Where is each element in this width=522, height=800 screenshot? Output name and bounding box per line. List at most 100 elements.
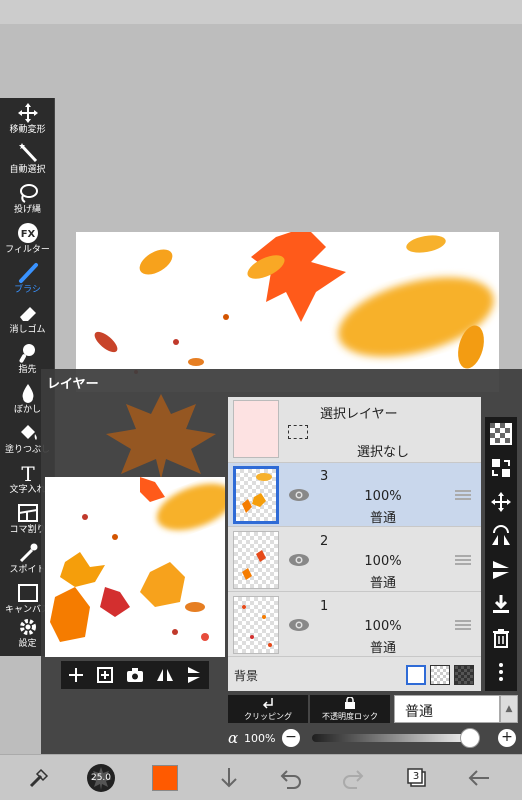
opacity-increase-button[interactable]: + [498, 729, 516, 747]
drag-handle-icon[interactable] [455, 554, 471, 566]
brush-size-button[interactable]: 25.0 [86, 763, 116, 793]
tool-eraser[interactable]: 消しゴム [0, 300, 55, 339]
move-layer-icon[interactable] [490, 491, 512, 513]
layer-actions-bar [61, 661, 209, 689]
merge-down-icon[interactable] [490, 593, 512, 615]
finger-icon [19, 344, 35, 363]
tool-lasso[interactable]: 投げ縄 [0, 180, 55, 219]
plus-icon [68, 668, 83, 682]
opacity-decrease-button[interactable]: − [282, 729, 300, 747]
clipping-arrow-icon [262, 698, 273, 709]
lasso-icon [19, 184, 38, 203]
tool-switch-button[interactable] [24, 763, 54, 793]
layer-blend-mode: 普通 [369, 511, 396, 526]
tool-brush[interactable]: ブラシ [0, 260, 55, 299]
layer-preview [45, 477, 225, 657]
visibility-eye-icon[interactable] [288, 552, 310, 568]
canvas-icon [17, 584, 38, 602]
blend-mode-dropdown-arrow[interactable]: ▲ [500, 695, 518, 723]
layer-blend-mode: 普通 [369, 576, 396, 591]
opacity-lock-button[interactable]: 不透明度ロック [310, 695, 390, 723]
undo-icon [280, 770, 301, 789]
add-layer-icon [97, 667, 114, 683]
move-icon [17, 103, 38, 123]
opacity-slider[interactable] [312, 728, 480, 748]
blend-mode-select[interactable]: 普通 [394, 695, 500, 723]
layer-controls: クリッピング 不透明度ロック 普通 ▲ [228, 695, 518, 723]
layer-panel-title: レイヤー [47, 377, 99, 392]
artwork-canvas[interactable] [76, 232, 499, 392]
layer-opacity: 100% [364, 554, 402, 569]
layers-button[interactable]: 3 [402, 763, 432, 793]
trash-icon[interactable] [490, 627, 512, 649]
flip-vertical-layer-icon[interactable] [490, 559, 512, 581]
selection-layer-row[interactable]: 選択レイヤー 選択なし [228, 397, 481, 463]
flip-vertical-button[interactable] [183, 664, 205, 686]
layer-blend-mode: 普通 [369, 641, 396, 656]
layer-opacity: 100% [364, 489, 402, 504]
visibility-eye-icon[interactable] [288, 617, 310, 633]
layer-number: 3 [320, 469, 329, 484]
selection-layer-name: 選択レイヤー [320, 407, 398, 422]
background-dark-swatch[interactable] [454, 665, 474, 685]
select-transform-icon[interactable] [490, 457, 512, 479]
layer-1-thumbnail-art [242, 605, 272, 647]
opacity-slider-knob[interactable] [460, 728, 480, 748]
layer-panel: レイヤー 選択レイヤー 選択なし 3 100% 普通 2 100% 普通 1 1… [41, 369, 522, 754]
camera-icon [126, 668, 143, 682]
layer-list: 選択レイヤー 選択なし 3 100% 普通 2 100% 普通 1 100% 普… [228, 397, 481, 691]
drag-handle-icon[interactable] [455, 489, 471, 501]
add-layer-button[interactable] [65, 664, 87, 686]
visibility-eye-icon[interactable] [288, 487, 310, 503]
gear-icon [19, 619, 36, 635]
tool-auto-select[interactable]: 自動選択 [0, 140, 55, 179]
redo-button[interactable] [338, 763, 368, 793]
color-button[interactable] [150, 763, 180, 793]
preview-artwork [50, 477, 225, 642]
flip-horizontal-button[interactable] [154, 664, 176, 686]
layer-row-2[interactable]: 2 100% 普通 [228, 528, 481, 592]
eraser-icon [19, 307, 36, 321]
layer-row-3[interactable]: 3 100% 普通 [228, 463, 481, 527]
layer-row-1[interactable]: 1 100% 普通 [228, 593, 481, 657]
tool-move[interactable]: 移動変形 [0, 100, 55, 139]
lock-icon [345, 697, 355, 709]
redo-icon [343, 770, 364, 789]
text-icon: T [21, 462, 35, 484]
camera-button[interactable] [124, 664, 146, 686]
back-button[interactable] [464, 763, 494, 793]
opacity-row: α 100% − + [228, 727, 518, 751]
alpha-value: 100% [244, 732, 276, 745]
flip-vertical-icon [188, 667, 201, 683]
layer-number: 2 [320, 534, 329, 549]
selection-layer-thumbnail [233, 400, 279, 458]
background-white-swatch[interactable] [406, 665, 426, 685]
layer-number: 1 [320, 599, 329, 614]
download-button[interactable] [214, 763, 244, 793]
flip-horizontal-icon [156, 669, 173, 681]
blur-drop-icon [22, 384, 33, 403]
selection-layer-status: 選択なし [356, 445, 409, 460]
brush-eraser-switch-icon [29, 768, 49, 788]
selection-marquee-icon [288, 425, 308, 439]
undo-button[interactable] [276, 763, 306, 793]
add-image-layer-button[interactable] [94, 664, 116, 686]
rotate-flip-icon[interactable] [490, 525, 512, 547]
drag-handle-icon[interactable] [455, 619, 471, 631]
clipping-button[interactable]: クリッピング [228, 695, 308, 723]
tool-filter[interactable]: FX フィルター [0, 220, 55, 259]
brush-size-value: 25.0 [90, 773, 112, 783]
frame-divider-icon [17, 504, 38, 522]
bottom-toolbar: 25.0 3 [0, 754, 522, 800]
magic-wand-icon [18, 143, 37, 163]
layer-thumbnail [233, 466, 279, 524]
background-row: 背景 [228, 659, 481, 691]
autumn-leaves-artwork [94, 232, 494, 374]
transparency-checker-icon[interactable] [490, 423, 512, 445]
layer-count: 3 [412, 771, 420, 782]
more-vertical-icon[interactable] [490, 661, 512, 683]
brush-icon [18, 263, 38, 283]
background-transparent-swatch[interactable] [430, 665, 450, 685]
maple-leaf-overlay [106, 394, 216, 479]
layer-opacity: 100% [364, 619, 402, 634]
